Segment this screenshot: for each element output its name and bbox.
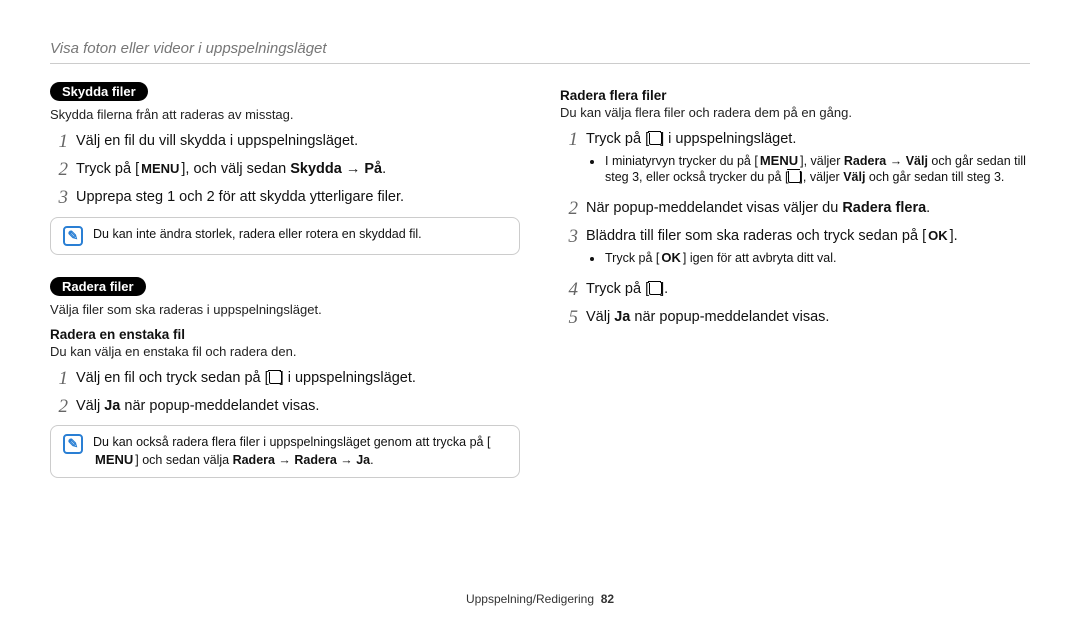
menu-icon: MENU — [139, 160, 181, 178]
note-icon: ✎ — [63, 434, 83, 454]
page-footer: Uppspelning/Redigering 82 — [0, 592, 1080, 606]
menu-icon: MENU — [93, 451, 135, 469]
list-item: 1 Välj en fil du vill skydda i uppspelni… — [50, 132, 520, 153]
step-number: 1 — [50, 132, 68, 153]
protect-description: Skydda filerna från att raderas av misst… — [50, 107, 520, 122]
list-item: 3 Bläddra till filer som ska raderas och… — [560, 227, 1030, 272]
step-number: 2 — [50, 160, 68, 181]
right-column: Radera flera filer Du kan välja flera fi… — [560, 82, 1030, 492]
content-columns: Skydda filer Skydda filerna från att rad… — [50, 82, 1030, 492]
list-item: I miniatyrvyn trycker du på [MENU], välj… — [604, 152, 1030, 187]
trash-icon — [649, 281, 660, 294]
ok-icon: OK — [926, 227, 950, 245]
single-delete-steps: 1 Välj en fil och tryck sedan på [] i up… — [50, 369, 520, 418]
step-text: Bläddra till filer som ska raderas och t… — [586, 227, 1030, 272]
trash-icon — [788, 169, 799, 182]
step-text: Välj Ja när popup-meddelandet visas. — [76, 397, 520, 417]
list-item: 2 Tryck på [MENU], och välj sedan Skydda… — [50, 160, 520, 181]
list-item: 1 Tryck på [] i uppspelningsläget. I min… — [560, 130, 1030, 192]
note-icon: ✎ — [63, 226, 83, 246]
list-item: 2 Välj Ja när popup-meddelandet visas. — [50, 397, 520, 418]
note-text: Du kan också radera flera filer i uppspe… — [93, 434, 507, 469]
ok-icon: OK — [659, 249, 683, 267]
page-title: Visa foton eller videor i uppspelningslä… — [50, 40, 1030, 64]
step-text: Välj Ja när popup-meddelandet visas. — [586, 308, 1030, 328]
menu-icon: MENU — [758, 152, 800, 170]
trash-icon — [269, 370, 280, 383]
sub-bullets: Tryck på [OK] igen för att avbryta ditt … — [604, 249, 1030, 267]
subsection-multi-delete: Radera flera filer — [560, 88, 1030, 103]
step-number: 2 — [50, 397, 68, 418]
note-text: Du kan inte ändra storlek, radera eller … — [93, 226, 507, 243]
step-text: När popup-meddelandet visas väljer du Ra… — [586, 199, 1030, 219]
footer-section: Uppspelning/Redigering — [466, 592, 594, 606]
list-item: 4 Tryck på []. — [560, 280, 1030, 301]
list-item: 3 Upprepa steg 1 och 2 för att skydda yt… — [50, 188, 520, 209]
trash-icon — [649, 131, 660, 144]
footer-page-number: 82 — [601, 592, 614, 606]
sub-bullets: I miniatyrvyn trycker du på [MENU], välj… — [604, 152, 1030, 187]
list-item: 5 Välj Ja när popup-meddelandet visas. — [560, 308, 1030, 329]
step-text: Välj en fil och tryck sedan på [] i upps… — [76, 369, 520, 389]
step-text: Tryck på [] i uppspelningsläget. I minia… — [586, 130, 1030, 192]
step-text: Tryck på []. — [586, 280, 1030, 300]
step-text: Tryck på [MENU], och välj sedan Skydda →… — [76, 160, 520, 180]
step-number: 3 — [560, 227, 578, 248]
delete-description: Välja filer som ska raderas i uppspelnin… — [50, 302, 520, 317]
step-number: 1 — [50, 369, 68, 390]
step-text: Upprepa steg 1 och 2 för att skydda ytte… — [76, 188, 520, 208]
step-text: Välj en fil du vill skydda i uppspelning… — [76, 132, 520, 152]
note-callout: ✎ Du kan inte ändra storlek, radera elle… — [50, 217, 520, 255]
list-item: Tryck på [OK] igen för att avbryta ditt … — [604, 249, 1030, 267]
subsection-single-delete: Radera en enstaka fil — [50, 327, 520, 342]
note-callout: ✎ Du kan också radera flera filer i upps… — [50, 425, 520, 478]
list-item: 2 När popup-meddelandet visas väljer du … — [560, 199, 1030, 220]
protect-steps: 1 Välj en fil du vill skydda i uppspelni… — [50, 132, 520, 209]
step-number: 2 — [560, 199, 578, 220]
list-item: 1 Välj en fil och tryck sedan på [] i up… — [50, 369, 520, 390]
multi-delete-desc: Du kan välja flera filer och radera dem … — [560, 105, 1030, 120]
section-pill-protect: Skydda filer — [50, 82, 148, 101]
step-number: 5 — [560, 308, 578, 329]
multi-delete-steps: 1 Tryck på [] i uppspelningsläget. I min… — [560, 130, 1030, 328]
single-delete-desc: Du kan välja en enstaka fil och radera d… — [50, 344, 520, 359]
left-column: Skydda filer Skydda filerna från att rad… — [50, 82, 520, 492]
step-number: 3 — [50, 188, 68, 209]
section-pill-delete: Radera filer — [50, 277, 146, 296]
step-number: 4 — [560, 280, 578, 301]
step-number: 1 — [560, 130, 578, 151]
manual-page: Visa foton eller videor i uppspelningslä… — [0, 0, 1080, 630]
